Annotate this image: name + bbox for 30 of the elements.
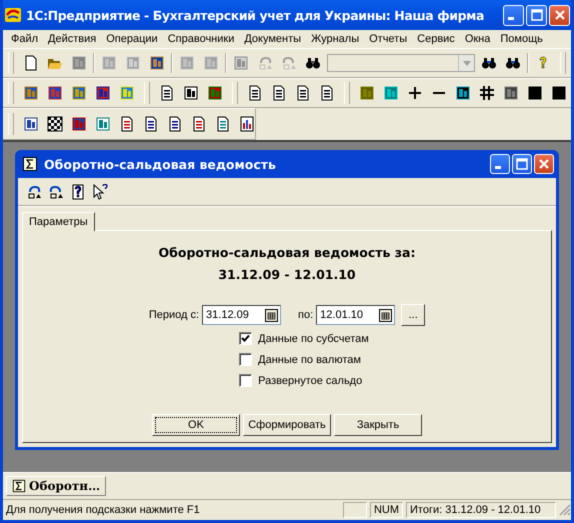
menu-item[interactable]: Отчеты	[364, 33, 412, 45]
report-heading: Оборотно-сальдовая ведомость за:	[158, 245, 416, 260]
tab[interactable]: Параметры	[22, 212, 95, 231]
menu-item[interactable]: Действия	[43, 33, 102, 45]
dialog-button[interactable]: Сформировать	[243, 414, 331, 436]
checkbox-label: Развернутое сальдо	[258, 374, 362, 386]
period-select-button[interactable]: ...	[401, 304, 426, 326]
window-title: Оборотно-сальдовая ведомость	[44, 156, 277, 172]
period-heading: 31.12.09 - 12.01.10	[218, 267, 356, 282]
menu-item[interactable]: Окна	[460, 33, 496, 45]
window-title: 1С:Предприятие - Бухгалтерский учет для Украины: Наша фирма	[26, 8, 485, 22]
status-totals: Итоги: 31.12.09 - 12.01.10	[406, 502, 556, 518]
num-lock-indicator: NUM	[370, 502, 403, 518]
period-to-label: по:	[298, 309, 314, 321]
menu-item[interactable]: Журналы	[306, 33, 364, 45]
date-field[interactable]: 31.12.09	[202, 305, 282, 325]
checkbox-label: Данные по валютам	[258, 354, 361, 366]
window-tab[interactable]: Оборотн…	[6, 476, 106, 496]
checkbox-label: Данные по субсчетам	[258, 332, 369, 344]
menu-item[interactable]: Файл	[6, 33, 44, 45]
date-field[interactable]: 12.01.10	[316, 305, 396, 325]
dialog-button[interactable]: OK	[152, 414, 240, 436]
menu-item[interactable]: Документы	[239, 33, 306, 45]
dialog-button[interactable]: Закрыть	[334, 414, 422, 436]
period-from-label: Период с:	[148, 309, 200, 321]
menu-item[interactable]: Справочники	[162, 33, 240, 45]
menu-item[interactable]: Помощь	[495, 33, 548, 45]
menu-item[interactable]: Сервис	[412, 33, 460, 45]
menu-item[interactable]: Операции	[101, 33, 163, 45]
status-hint: Для получения подсказки нажмите F1	[6, 504, 201, 516]
